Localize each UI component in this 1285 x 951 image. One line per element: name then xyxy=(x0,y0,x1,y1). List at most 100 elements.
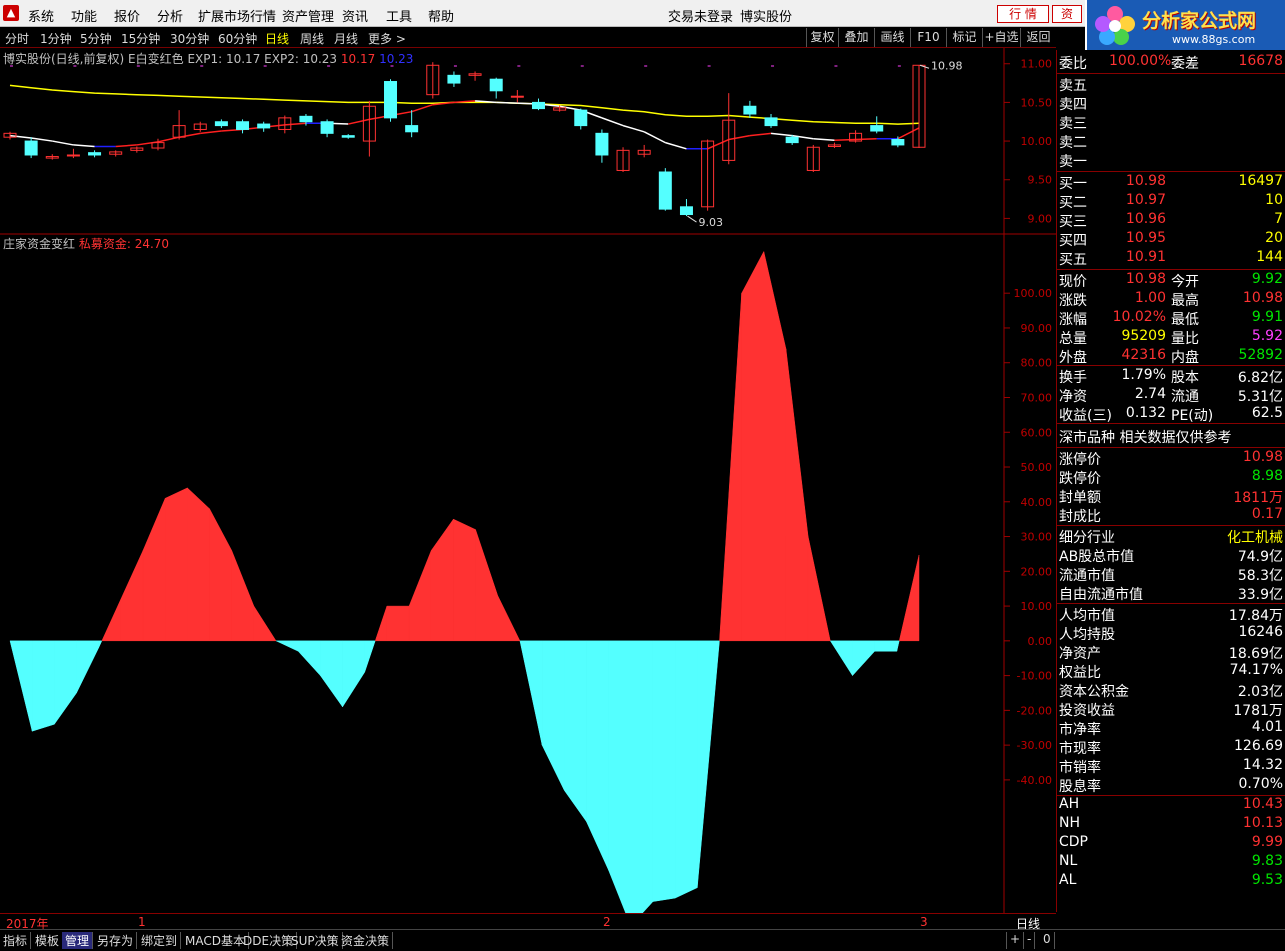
stat-value: 9.92 xyxy=(1251,271,1283,287)
fundamental-value: 14.32 xyxy=(1242,757,1283,773)
period-tab-60min[interactable]: 60分钟 xyxy=(218,30,257,47)
menu-item-function[interactable]: 功能 xyxy=(71,6,97,25)
chart-canvas[interactable]: 10.989.03 11.0010.5010.009.509.00100.009… xyxy=(0,48,1056,927)
sell3-label: 卖三 xyxy=(1059,116,1087,132)
buy-level-price: 10.91 xyxy=(1125,249,1166,265)
period-tab-daily[interactable]: 日线 xyxy=(265,30,289,47)
stat-label: 股本 xyxy=(1171,370,1199,386)
limit-label: 封成比 xyxy=(1059,509,1101,525)
candle-body xyxy=(447,74,461,84)
asset-mode-button[interactable]: 资 xyxy=(1052,5,1082,23)
trade-login-status[interactable]: 交易未登录 xyxy=(668,6,733,25)
stat-value: 1.00 xyxy=(1134,290,1166,306)
sub-y-tick-label: 100.00 xyxy=(1014,287,1053,300)
fundamental-label: 资本公积金 xyxy=(1059,684,1129,700)
tab-sup-decision[interactable]: SUP决策 xyxy=(288,932,343,949)
fund-area-segment xyxy=(630,640,654,927)
fund-area-segment xyxy=(98,640,103,648)
stat-value: 10.02% xyxy=(1112,309,1166,325)
candle-body xyxy=(66,154,80,157)
menu-item-quote[interactable]: 报价 xyxy=(114,6,140,25)
fundamental-value: 17.84万 xyxy=(1228,608,1283,624)
period-tab-1min[interactable]: 1分钟 xyxy=(40,30,72,47)
menu-item-system[interactable]: 系统 xyxy=(28,6,54,25)
menu-item-asset-management[interactable]: 资产管理 xyxy=(282,6,334,25)
period-tab-15min[interactable]: 15分钟 xyxy=(121,30,160,47)
sub-y-tick-label: 10.00 xyxy=(1021,600,1053,613)
exp2-line xyxy=(9,84,920,125)
fundamental-value: 1781万 xyxy=(1233,703,1283,719)
candle-body xyxy=(870,125,884,132)
sub-y-tick-label: 30.00 xyxy=(1021,531,1053,544)
menu-item-news[interactable]: 资讯 xyxy=(342,6,368,25)
reset-button[interactable]: 0 xyxy=(1040,932,1055,949)
draw-line-button[interactable]: 画线 xyxy=(874,28,910,47)
sub-y-tick-label: 90.00 xyxy=(1021,322,1053,335)
add-watchlist-button[interactable]: +自选 xyxy=(982,28,1020,47)
zoom-out-button[interactable]: - xyxy=(1024,932,1036,949)
fund-area-segment xyxy=(674,640,698,899)
exp1-segment xyxy=(813,137,835,142)
menu-item-analysis[interactable]: 分析 xyxy=(157,6,183,25)
quote-mode-button[interactable]: 行 情 xyxy=(997,5,1049,23)
stat-label: 涨跌 xyxy=(1059,293,1087,309)
tab-template[interactable]: 模板 xyxy=(32,932,64,949)
pivot-label: AH xyxy=(1059,796,1080,812)
stat-label: PE(动) xyxy=(1171,408,1214,424)
pivot-label: AL xyxy=(1059,872,1077,888)
limit-value: 8.98 xyxy=(1251,468,1283,484)
chart-area[interactable]: 10.98 9.03 11.00 10.50 10.00 9.50 9.00 100.00 9… xyxy=(0,48,1056,927)
fundamental-label: 人均持股 xyxy=(1059,627,1115,643)
fund-area-segment xyxy=(120,550,144,642)
tab-bind-to[interactable]: 绑定到 xyxy=(138,932,182,949)
period-tab-more[interactable]: 更多 > xyxy=(368,30,406,47)
exp1-segment xyxy=(601,117,624,127)
period-tab-monthly[interactable]: 月线 xyxy=(334,30,358,47)
tab-fund-decision[interactable]: 资金决策 xyxy=(338,932,394,949)
fund-area-segment xyxy=(697,640,720,888)
menu-item-help[interactable]: 帮助 xyxy=(428,6,454,25)
back-button[interactable]: 返回 xyxy=(1020,28,1056,47)
main-chart-legend: 博实股份(日线,前复权) E白变红色 EXP1: 10.17 EXP2: 10.… xyxy=(3,50,413,67)
pivot-value: 10.43 xyxy=(1242,796,1283,812)
mark-button[interactable]: 标记 xyxy=(946,28,982,47)
period-tab-intraday[interactable]: 分时 xyxy=(5,30,29,47)
period-tab-30min[interactable]: 30分钟 xyxy=(170,30,209,47)
tab-manage[interactable]: 管理 xyxy=(62,932,94,949)
limit-value: 10.98 xyxy=(1242,449,1283,465)
candle-body xyxy=(764,117,778,127)
pivot-value: 9.99 xyxy=(1251,834,1283,850)
tab-macd-basic[interactable]: MACD基本 xyxy=(182,932,249,949)
candle-body xyxy=(489,78,503,92)
menu-item-extended-market[interactable]: 扩展市场行情 xyxy=(198,6,276,25)
restore-rights-button[interactable]: 复权 xyxy=(806,28,838,47)
fund-area-segment xyxy=(342,640,365,708)
period-tab-5min[interactable]: 5分钟 xyxy=(80,30,112,47)
candle-body xyxy=(88,152,102,156)
exp1-segment xyxy=(115,144,137,148)
exp1-segment xyxy=(52,140,74,146)
fund-area-segment xyxy=(807,536,831,642)
candle-body xyxy=(214,121,228,127)
fund-area-segment xyxy=(898,554,920,642)
menu-item-tools[interactable]: 工具 xyxy=(386,6,412,25)
overlay-button[interactable]: 叠加 xyxy=(838,28,874,47)
sell2-label: 卖二 xyxy=(1059,135,1087,151)
exp1-segment xyxy=(284,122,307,126)
main-y-tick-label: 9.50 xyxy=(1028,174,1053,187)
tab-indicator[interactable]: 指标 xyxy=(0,932,32,949)
brand-url[interactable]: www.88gs.com xyxy=(1172,33,1255,46)
period-tab-weekly[interactable]: 周线 xyxy=(300,30,324,47)
fund-area-segment xyxy=(187,487,210,642)
tab-save-as[interactable]: 另存为 xyxy=(94,932,138,949)
limit-label: 涨停价 xyxy=(1059,452,1101,468)
zoom-in-button[interactable]: + xyxy=(1006,932,1025,949)
limit-label: 封单额 xyxy=(1059,490,1101,506)
sub-y-tick-label: -40.00 xyxy=(1017,774,1052,787)
industry-value[interactable]: 化工机械 xyxy=(1157,527,1283,547)
f10-button[interactable]: F10 xyxy=(910,28,946,47)
fundamental-value: 4.01 xyxy=(1251,719,1283,735)
fund-area-segment xyxy=(9,640,33,732)
candle-body xyxy=(257,123,271,129)
fundamental-value: 126.69 xyxy=(1234,738,1283,754)
